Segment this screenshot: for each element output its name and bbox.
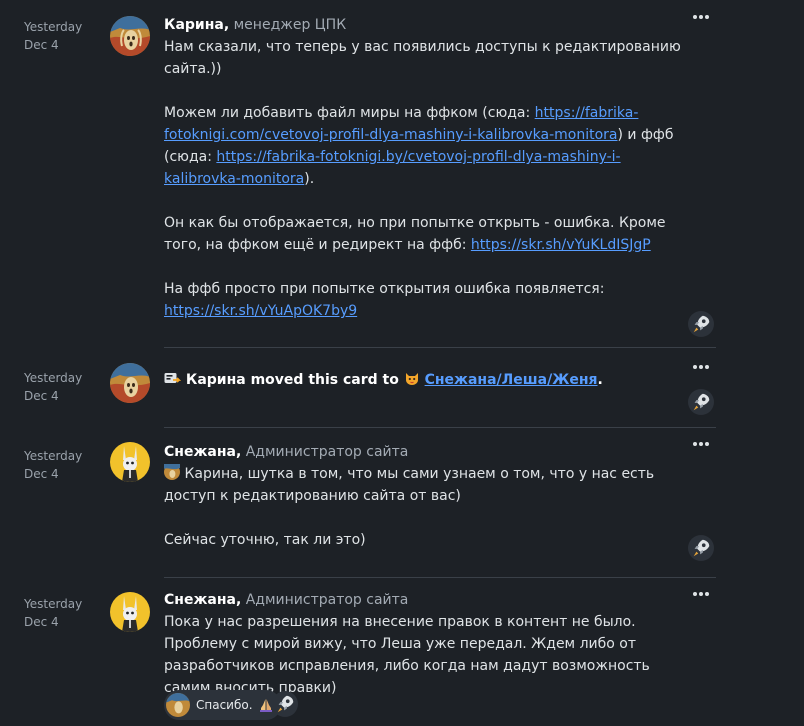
comment-link[interactable]: https://fabrika-fotoknigi.by/cvetovoj-pr… <box>164 149 621 187</box>
avatar[interactable] <box>110 592 150 632</box>
comment-paragraph: На ффб просто при попытке открытия ошибк… <box>164 281 605 319</box>
rocket-icon <box>693 315 710 333</box>
comment-paragraph: Можем ли добавить файл миры на ффком (сю… <box>164 105 674 187</box>
comment-header: Карина, менеджер ЦПК <box>164 14 684 36</box>
add-reaction-button[interactable] <box>688 311 714 337</box>
avatar[interactable] <box>110 16 150 56</box>
comment: Yesterday Dec 4 Снежана, Администратор с… <box>0 428 720 578</box>
comment-timestamp: Yesterday Dec 4 <box>24 371 83 403</box>
author-name[interactable]: Карина, <box>164 17 229 33</box>
comment-text: Пока у нас разрешения на внесение правок… <box>164 611 684 699</box>
comment-text: Карина, шутка в том, что мы сами узнаем … <box>164 463 684 551</box>
more-horizontal-icon <box>693 442 697 446</box>
comment-header: Снежана, Администратор сайта <box>164 589 684 611</box>
comment-paragraph: Карина, шутка в том, что мы сами узнаем … <box>164 464 655 504</box>
more-options-button[interactable] <box>691 437 711 451</box>
comment-header: Снежана, Администратор сайта <box>164 441 684 463</box>
comment-paragraph: Сейчас уточню, так ли это) <box>164 532 366 548</box>
more-horizontal-icon <box>693 15 697 19</box>
more-horizontal-icon <box>693 365 697 369</box>
avatar-image <box>110 442 150 482</box>
avatar-image <box>110 592 150 632</box>
cat-face-icon <box>405 373 418 385</box>
avatar[interactable] <box>110 363 150 403</box>
rocket-icon <box>277 695 294 713</box>
avatar[interactable] <box>110 442 150 482</box>
more-horizontal-icon <box>693 592 697 596</box>
author-role: Администратор сайта <box>245 592 409 608</box>
rocket-icon <box>693 393 710 411</box>
rocket-icon <box>693 539 710 557</box>
reaction-chip[interactable]: Спасибо. <box>164 690 281 720</box>
more-options-button[interactable] <box>691 360 711 374</box>
avatar-image <box>110 16 150 56</box>
card-move-icon <box>164 373 181 383</box>
author-role: менеджер ЦПК <box>233 17 347 33</box>
comment: Yesterday Dec 4 Снежана, Администратор с… <box>0 578 720 726</box>
comment-timestamp: Yesterday Dec 4 <box>24 20 83 52</box>
more-options-button[interactable] <box>691 10 711 24</box>
comment-paragraph: Он как бы отображается, но при попытке о… <box>164 215 666 253</box>
comment-body: Карина, менеджер ЦПК Нам сказали, что те… <box>164 14 684 322</box>
reaction-text: Спасибо. <box>196 698 253 712</box>
comment-timestamp: Yesterday Dec 4 <box>24 449 83 481</box>
comment-body: Снежана, Администратор сайта Карина, шут… <box>164 441 684 551</box>
comment: Yesterday Dec 4 Карина, менеджер ЦПК Нам… <box>0 0 720 348</box>
avatar-mention-icon <box>164 464 180 480</box>
comment-paragraph: Пока у нас разрешения на внесение правок… <box>164 614 650 696</box>
activity-body: Карина moved this card to Снежана/Леша/Ж… <box>164 369 684 391</box>
comment-body: Снежана, Администратор сайта Пока у нас … <box>164 589 684 699</box>
comment-timestamp: Yesterday Dec 4 <box>24 597 83 629</box>
activity-item: Yesterday Dec 4 Карина moved this card t… <box>0 348 720 428</box>
add-reaction-button[interactable] <box>688 389 714 415</box>
praying-hands-icon <box>259 699 272 712</box>
more-options-button[interactable] <box>691 587 711 601</box>
avatar <box>166 693 190 717</box>
author-name[interactable]: Снежана, <box>164 592 241 608</box>
list-link[interactable]: Снежана/Леша/Женя <box>425 372 598 388</box>
comment-text: Нам сказали, что теперь у вас появились … <box>164 36 684 322</box>
add-reaction-button[interactable] <box>272 691 298 717</box>
comment-link[interactable]: https://skr.sh/vYuKLdISJgP <box>471 237 651 253</box>
avatar-image <box>166 693 190 717</box>
avatar-image <box>110 363 150 403</box>
comment-paragraph: Нам сказали, что теперь у вас появились … <box>164 39 681 77</box>
author-role: Администратор сайта <box>245 444 409 460</box>
move-action-text: Карина moved this card to Снежана/Леша/Ж… <box>164 369 684 391</box>
comment-link[interactable]: https://skr.sh/vYuApOK7by9 <box>164 303 357 319</box>
add-reaction-button[interactable] <box>688 535 714 561</box>
author-name[interactable]: Снежана, <box>164 444 241 460</box>
